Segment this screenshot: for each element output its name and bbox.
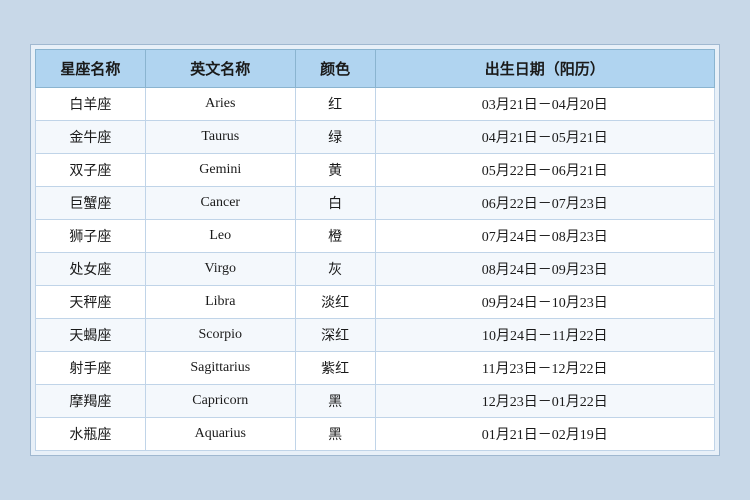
table-row: 射手座Sagittarius紫红11月23日－12月22日 xyxy=(36,352,715,385)
cell-color: 黑 xyxy=(295,385,375,418)
table-row: 金牛座Taurus绿04月21日－05月21日 xyxy=(36,121,715,154)
cell-chinese: 巨蟹座 xyxy=(36,187,146,220)
cell-date: 05月22日－06月21日 xyxy=(375,154,714,187)
cell-english: Virgo xyxy=(145,253,295,286)
cell-color: 灰 xyxy=(295,253,375,286)
cell-color: 紫红 xyxy=(295,352,375,385)
cell-chinese: 水瓶座 xyxy=(36,418,146,451)
cell-english: Leo xyxy=(145,220,295,253)
cell-date: 10月24日－11月22日 xyxy=(375,319,714,352)
table-row: 摩羯座Capricorn黑12月23日－01月22日 xyxy=(36,385,715,418)
cell-color: 白 xyxy=(295,187,375,220)
cell-color: 橙 xyxy=(295,220,375,253)
zodiac-table: 星座名称 英文名称 颜色 出生日期（阳历） 白羊座Aries红03月21日－04… xyxy=(35,49,715,451)
table-row: 白羊座Aries红03月21日－04月20日 xyxy=(36,88,715,121)
cell-color: 黑 xyxy=(295,418,375,451)
cell-date: 04月21日－05月21日 xyxy=(375,121,714,154)
cell-english: Capricorn xyxy=(145,385,295,418)
cell-english: Taurus xyxy=(145,121,295,154)
cell-color: 黄 xyxy=(295,154,375,187)
cell-date: 06月22日－07月23日 xyxy=(375,187,714,220)
table-row: 处女座Virgo灰08月24日－09月23日 xyxy=(36,253,715,286)
cell-chinese: 白羊座 xyxy=(36,88,146,121)
header-english: 英文名称 xyxy=(145,50,295,88)
table-row: 水瓶座Aquarius黑01月21日－02月19日 xyxy=(36,418,715,451)
cell-chinese: 狮子座 xyxy=(36,220,146,253)
cell-english: Scorpio xyxy=(145,319,295,352)
cell-color: 红 xyxy=(295,88,375,121)
cell-chinese: 摩羯座 xyxy=(36,385,146,418)
cell-chinese: 金牛座 xyxy=(36,121,146,154)
table-header-row: 星座名称 英文名称 颜色 出生日期（阳历） xyxy=(36,50,715,88)
cell-english: Gemini xyxy=(145,154,295,187)
header-date: 出生日期（阳历） xyxy=(375,50,714,88)
table-row: 天秤座Libra淡红09月24日－10月23日 xyxy=(36,286,715,319)
cell-english: Libra xyxy=(145,286,295,319)
cell-date: 12月23日－01月22日 xyxy=(375,385,714,418)
table-row: 天蝎座Scorpio深红10月24日－11月22日 xyxy=(36,319,715,352)
cell-chinese: 处女座 xyxy=(36,253,146,286)
header-chinese: 星座名称 xyxy=(36,50,146,88)
cell-date: 08月24日－09月23日 xyxy=(375,253,714,286)
cell-english: Cancer xyxy=(145,187,295,220)
cell-date: 09月24日－10月23日 xyxy=(375,286,714,319)
cell-color: 深红 xyxy=(295,319,375,352)
cell-english: Aquarius xyxy=(145,418,295,451)
cell-date: 07月24日－08月23日 xyxy=(375,220,714,253)
cell-chinese: 天蝎座 xyxy=(36,319,146,352)
cell-date: 01月21日－02月19日 xyxy=(375,418,714,451)
table-container: 星座名称 英文名称 颜色 出生日期（阳历） 白羊座Aries红03月21日－04… xyxy=(30,44,720,456)
cell-chinese: 射手座 xyxy=(36,352,146,385)
cell-english: Sagittarius xyxy=(145,352,295,385)
cell-chinese: 天秤座 xyxy=(36,286,146,319)
cell-date: 03月21日－04月20日 xyxy=(375,88,714,121)
cell-chinese: 双子座 xyxy=(36,154,146,187)
header-color: 颜色 xyxy=(295,50,375,88)
cell-date: 11月23日－12月22日 xyxy=(375,352,714,385)
table-row: 狮子座Leo橙07月24日－08月23日 xyxy=(36,220,715,253)
cell-color: 淡红 xyxy=(295,286,375,319)
cell-english: Aries xyxy=(145,88,295,121)
table-row: 巨蟹座Cancer白06月22日－07月23日 xyxy=(36,187,715,220)
table-row: 双子座Gemini黄05月22日－06月21日 xyxy=(36,154,715,187)
cell-color: 绿 xyxy=(295,121,375,154)
